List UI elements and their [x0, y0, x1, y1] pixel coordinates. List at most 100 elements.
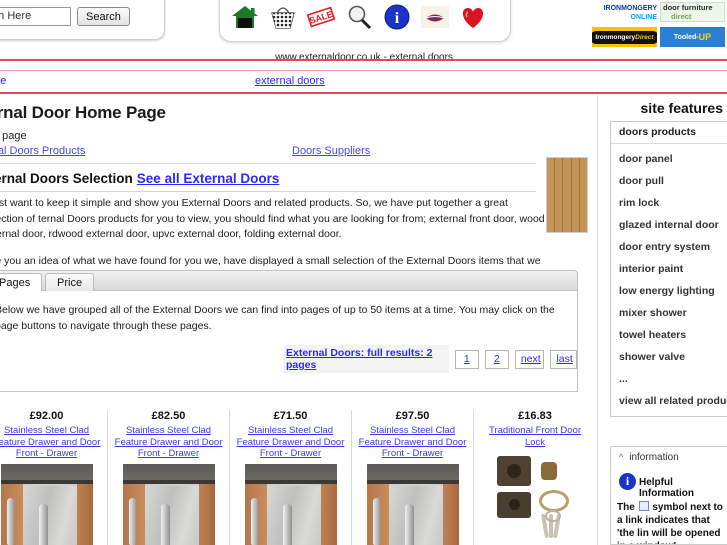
- see-all-external-doors-link[interactable]: See all External Doors: [137, 171, 280, 186]
- pagination-button-next[interactable]: next: [514, 349, 545, 369]
- search-pod: Search: [0, 0, 165, 40]
- quick-link-suppliers[interactable]: Doors Suppliers: [292, 145, 370, 157]
- sidebar-item-door-panel[interactable]: door panel: [611, 148, 727, 170]
- sidebar-box-heading: doors products: [611, 122, 727, 144]
- content-sidebar-divider: [597, 95, 598, 545]
- nav-item-external-doors[interactable]: external doors: [255, 75, 325, 87]
- ironmongery-online-logo[interactable]: IRONMONGERY ONLINE: [592, 2, 657, 24]
- product-price: £16.83: [518, 410, 552, 422]
- sidebar-item-shower-valve[interactable]: shower valve: [611, 346, 727, 368]
- search-button[interactable]: Search: [77, 7, 130, 26]
- sidebar-item-view-all-related-products[interactable]: view all related products: [611, 390, 727, 412]
- product-title-link[interactable]: Stainless Steel Clad Feature Drawer and …: [356, 425, 469, 460]
- quick-link-products[interactable]: ernal Doors Products: [0, 145, 85, 157]
- sidebar-item-low-energy-lighting[interactable]: low energy lighting: [611, 280, 727, 302]
- tooled-up-logo-line1: Tooled-: [673, 33, 699, 41]
- product-card[interactable]: £97.50 Stainless Steel Clad Feature Draw…: [352, 410, 474, 545]
- product-image[interactable]: [0, 463, 93, 545]
- pagination-button-last[interactable]: last: [550, 349, 577, 369]
- sale-tag-icon[interactable]: SALE: [306, 3, 336, 31]
- page-title: ternal Door Home Page: [0, 103, 166, 122]
- new-window-icon: [638, 501, 649, 511]
- basket-icon[interactable]: [268, 3, 298, 31]
- sidebar-item-more[interactable]: ...: [611, 368, 727, 390]
- sidebar-item-rim-lock[interactable]: rim lock: [611, 192, 727, 214]
- product-price: £97.50: [395, 410, 430, 422]
- product-strip: £92.00 Stainless Steel Clad Feature Draw…: [0, 410, 596, 545]
- section-heading-text: xternal Doors Selection: [0, 171, 133, 186]
- sidebar-item-list: door panel door pull rim lock glazed int…: [611, 144, 727, 416]
- pagination-label[interactable]: External Doors: full results: 2 pages: [283, 345, 449, 373]
- helpful-information-text: The symbol next to a link indicates that…: [617, 499, 725, 544]
- ironmongery-online-logo-line1: IRONMONGERY: [603, 5, 657, 12]
- header-divider: [0, 59, 727, 61]
- search-input[interactable]: [0, 7, 71, 26]
- tab-pages[interactable]: Pages: [0, 273, 43, 291]
- product-title-link[interactable]: Stainless Steel Clad Feature Drawer and …: [112, 425, 225, 460]
- site-header: Search: [0, 0, 727, 63]
- product-title-link[interactable]: Traditional Front Door Lock: [478, 425, 592, 448]
- main-content: ternal Door Home Page this page ernal Do…: [0, 95, 604, 545]
- sidebar-item-door-entry-system[interactable]: door entry system: [611, 236, 727, 258]
- magnifier-icon[interactable]: [344, 3, 374, 31]
- section-heading: xternal Doors Selection See all External …: [0, 171, 279, 186]
- sidebar-item-towel-heaters[interactable]: towel heaters: [611, 324, 727, 346]
- product-price: £92.00: [29, 410, 64, 422]
- helpful-information-text-before: The: [617, 502, 635, 513]
- sidebar-item-interior-paint[interactable]: interior paint: [611, 258, 727, 280]
- door-furniture-direct-logo-line2: direct: [671, 12, 692, 21]
- door-furniture-direct-logo[interactable]: door furniture direct: [660, 2, 725, 22]
- right-sidebar: site features doors products door panel …: [604, 95, 727, 545]
- product-price: £82.50: [151, 410, 186, 422]
- chevron-up-icon[interactable]: ^: [619, 447, 623, 467]
- information-box-body: i Helpful Information The symbol next to…: [611, 467, 727, 544]
- product-card[interactable]: £71.50 Stainless Steel Clad Feature Draw…: [230, 410, 352, 545]
- door-furniture-direct-logo-line1: door furniture: [663, 3, 713, 12]
- intro-paragraph-1-text: e just want to keep it simple and show y…: [0, 197, 545, 240]
- svg-text:i: i: [395, 10, 400, 27]
- product-title-link[interactable]: Stainless Steel Clad Feature Drawer and …: [234, 425, 347, 460]
- breadcrumb-nav: ome external doors: [0, 70, 727, 94]
- sidebar-title: site features: [640, 100, 723, 116]
- sidebar-item-door-pull[interactable]: door pull: [611, 170, 727, 192]
- product-image[interactable]: [244, 463, 337, 545]
- on-this-page-label: this page: [0, 130, 27, 142]
- product-card[interactable]: £82.50 Stainless Steel Clad Feature Draw…: [108, 410, 230, 545]
- ironmongery-direct-logo-line1: Ironmongery: [595, 33, 636, 41]
- nav-item-home[interactable]: ome: [0, 75, 6, 87]
- heart-icon[interactable]: [458, 3, 488, 31]
- product-price: £71.50: [273, 410, 308, 422]
- product-card[interactable]: £92.00 Stainless Steel Clad Feature Draw…: [0, 410, 108, 545]
- tooled-up-logo[interactable]: Tooled- UP: [660, 27, 725, 47]
- sidebar-item-glazed-internal-door[interactable]: glazed internal door: [611, 214, 727, 236]
- intro-paragraph-1: e just want to keep it simple and show y…: [0, 196, 550, 243]
- icon-pod: SALE i: [219, 0, 511, 42]
- product-image[interactable]: [366, 463, 459, 545]
- partner-logos: IRONMONGERY ONLINE door furniture direct…: [592, 2, 725, 47]
- home-icon[interactable]: [230, 3, 260, 31]
- product-title-link[interactable]: Stainless Steel Clad Feature Drawer and …: [0, 425, 103, 460]
- site-url: www.externaldoor.co.uk - external doors: [275, 52, 453, 63]
- product-image[interactable]: [122, 463, 215, 545]
- ironmongery-direct-logo[interactable]: IronmongeryDirect: [592, 27, 657, 47]
- ironmongery-online-logo-line2: ONLINE: [630, 14, 657, 21]
- tab-panel-pages: Below we have grouped all of the Externa…: [0, 291, 578, 392]
- pagination-button-1[interactable]: 1: [454, 349, 479, 369]
- info-icon: i: [619, 473, 636, 490]
- ironmongery-direct-logo-line2: Direct: [635, 33, 654, 41]
- tab-price[interactable]: Price: [45, 273, 95, 291]
- divider-top: [0, 163, 536, 164]
- sidebar-information-box: ^ information i Helpful Information The s…: [610, 446, 727, 545]
- sidebar-item-mixer-shower[interactable]: mixer shower: [611, 302, 727, 324]
- info-icon[interactable]: i: [382, 3, 412, 31]
- divider-under-heading: [0, 191, 536, 192]
- header-icon-row: SALE i: [230, 3, 488, 31]
- product-image[interactable]: [489, 452, 581, 544]
- pagination: External Doors: full results: 2 pages 1 …: [283, 345, 577, 373]
- external-door-thumbnail[interactable]: [546, 157, 588, 233]
- product-card[interactable]: £16.83 Traditional Front Door Lock: [474, 410, 596, 545]
- information-box-header[interactable]: ^ information: [611, 447, 727, 467]
- lips-icon[interactable]: [420, 3, 450, 31]
- tab-bar: Pages Price: [0, 270, 578, 291]
- pagination-button-2[interactable]: 2: [484, 349, 509, 369]
